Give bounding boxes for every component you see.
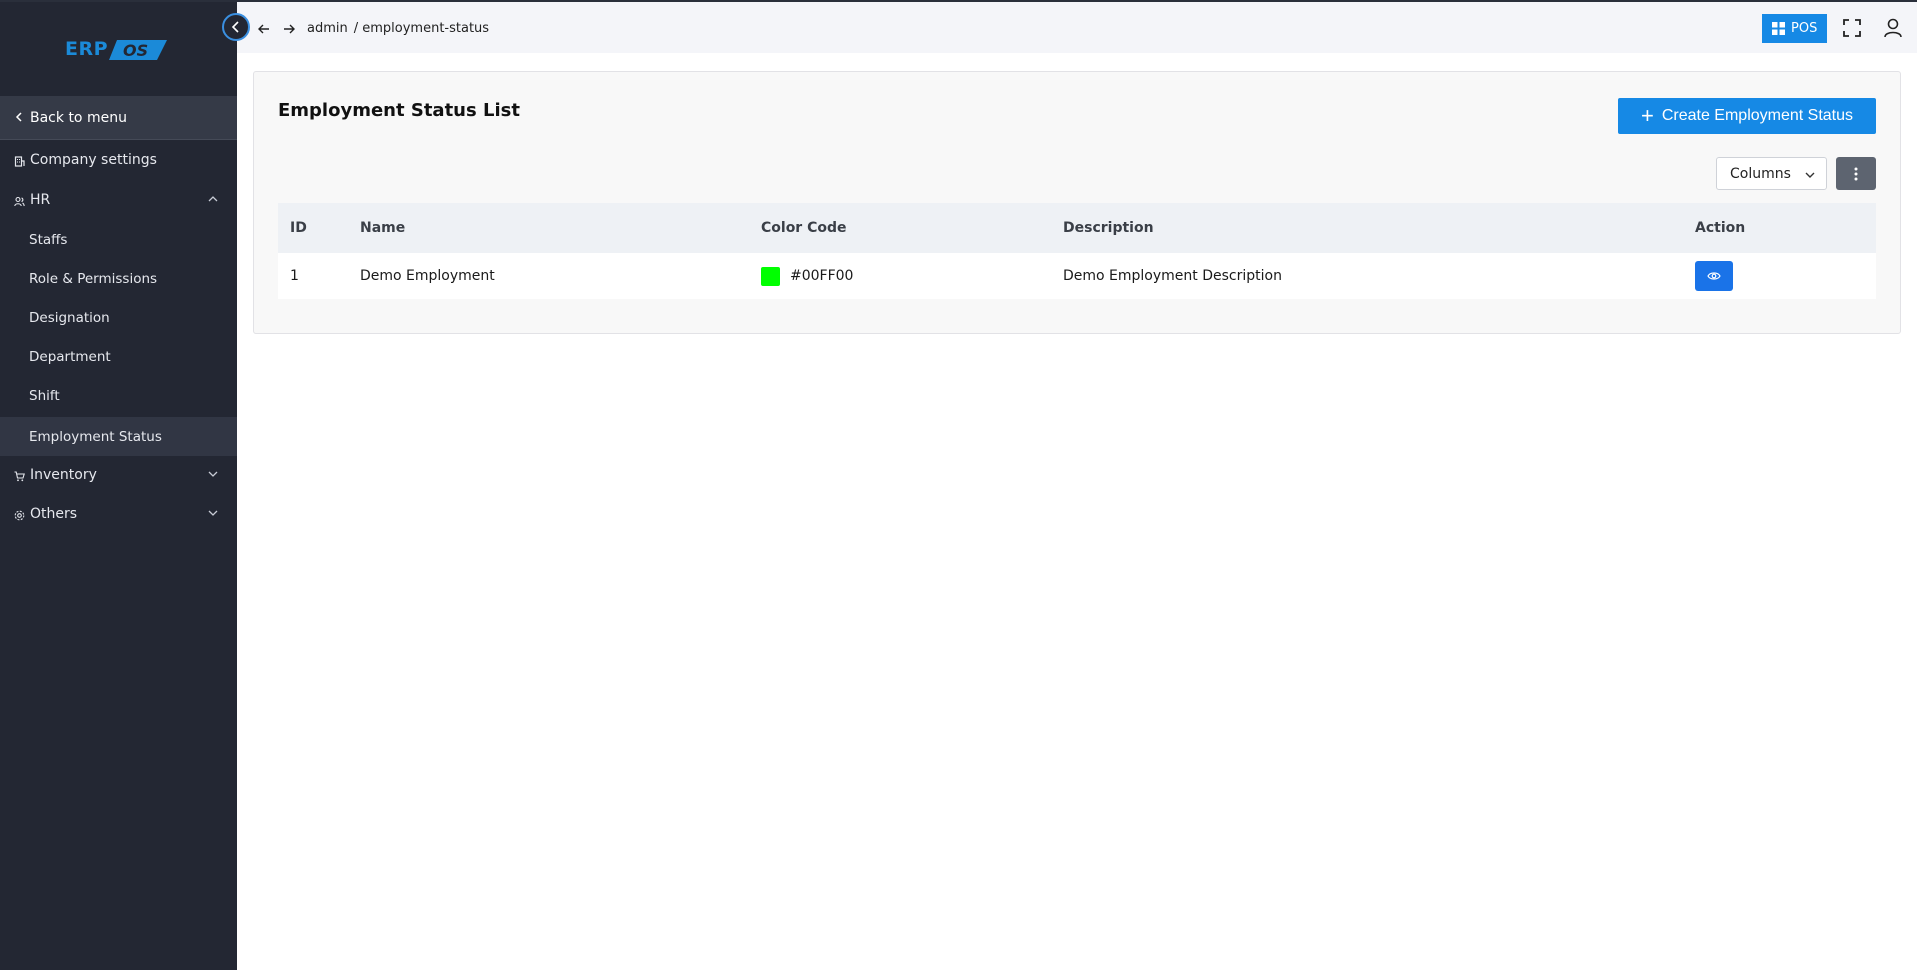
breadcrumb: admin / employment-status <box>307 21 489 36</box>
breadcrumb-current: / employment-status <box>353 21 490 36</box>
chevron-down-icon <box>1805 172 1815 178</box>
sidebar-item-shift[interactable]: Shift <box>0 377 237 415</box>
employment-status-card: Employment Status List + Create Employme… <box>253 71 1901 334</box>
forward-arrow-icon[interactable] <box>282 21 296 35</box>
chevron-up-icon <box>207 193 219 205</box>
cart-icon <box>14 470 25 481</box>
columns-dropdown[interactable]: Columns <box>1716 157 1827 190</box>
pos-label: POS <box>1791 21 1818 36</box>
sidebar-collapse-button[interactable] <box>222 13 250 41</box>
sidebar-item-label: Others <box>30 506 78 522</box>
sidebar-item-label: Staffs <box>29 232 68 248</box>
users-icon <box>14 195 25 206</box>
sidebar-item-inventory[interactable]: Inventory <box>0 456 237 494</box>
sidebar-item-hr[interactable]: HR <box>0 181 237 219</box>
breadcrumb-admin[interactable]: admin <box>307 21 348 36</box>
sidebar-item-others[interactable]: Others <box>0 495 237 533</box>
cell-color-code: #00FF00 <box>761 266 1063 286</box>
color-code-text: #00FF00 <box>790 268 854 284</box>
sidebar-item-label: Shift <box>29 388 60 404</box>
sidebar-item-employment-status[interactable]: Employment Status <box>0 417 237 456</box>
building-icon <box>14 155 25 167</box>
kebab-menu-icon <box>1854 167 1858 180</box>
cell-name: Demo Employment <box>360 268 495 284</box>
page-title: Employment Status List <box>278 100 520 121</box>
column-header-description[interactable]: Description <box>1063 220 1695 236</box>
employment-status-table: ID Name Color Code Description Action 1 … <box>278 203 1876 299</box>
column-header-color-code[interactable]: Color Code <box>761 220 1063 236</box>
sidebar-item-label: Company settings <box>30 152 157 168</box>
logo-mark-icon: OS <box>109 40 167 60</box>
sidebar-item-company-settings[interactable]: Company settings <box>0 141 237 179</box>
column-header-action: Action <box>1695 220 1746 236</box>
fullscreen-icon[interactable] <box>1843 19 1861 41</box>
logo-text: ERP <box>65 38 109 60</box>
chevron-down-icon <box>207 468 219 480</box>
sidebar-item-label: Employment Status <box>29 428 162 445</box>
plus-icon: + <box>1640 103 1654 128</box>
cell-action <box>1695 261 1876 291</box>
user-icon[interactable] <box>1883 18 1903 42</box>
color-swatch <box>761 266 780 286</box>
gear-icon <box>14 509 25 520</box>
create-employment-status-button[interactable]: + Create Employment Status <box>1618 98 1876 134</box>
chevron-down-icon <box>207 507 219 519</box>
table-header: ID Name Color Code Description Action <box>278 203 1876 253</box>
table-row: 1 Demo Employment #00FF00 Demo Employmen… <box>278 253 1876 299</box>
sidebar: ERP OS Back to menu Company settings HR … <box>0 0 237 970</box>
app-logo[interactable]: ERP OS <box>65 36 167 64</box>
logo-mark-text: OS <box>123 41 148 60</box>
sidebar-item-department[interactable]: Department <box>0 338 237 376</box>
more-options-button[interactable] <box>1836 157 1876 190</box>
sidebar-item-designation[interactable]: Designation <box>0 299 237 337</box>
create-button-label: Create Employment Status <box>1661 107 1854 124</box>
topbar: admin / employment-status POS <box>237 2 1917 53</box>
back-arrow-icon[interactable] <box>257 21 271 35</box>
back-to-menu-label: Back to menu <box>30 109 127 126</box>
sidebar-item-label: Role & Permissions <box>29 271 158 287</box>
sidebar-item-label: Department <box>29 349 111 365</box>
chevron-left-icon <box>231 21 239 33</box>
pos-button[interactable]: POS <box>1762 14 1827 43</box>
chevron-left-icon <box>15 111 23 125</box>
sidebar-item-label: Designation <box>29 310 110 326</box>
view-button[interactable] <box>1695 261 1733 291</box>
grid-icon <box>1772 22 1785 35</box>
top-border <box>0 0 1917 2</box>
eye-icon <box>1707 272 1721 280</box>
sidebar-item-label: HR <box>30 192 51 208</box>
cell-id: 1 <box>290 268 299 284</box>
column-header-id[interactable]: ID <box>278 220 360 236</box>
back-to-menu-button[interactable]: Back to menu <box>0 96 237 140</box>
sidebar-item-role-permissions[interactable]: Role & Permissions <box>0 260 237 298</box>
sidebar-item-label: Inventory <box>30 467 97 483</box>
sidebar-item-staffs[interactable]: Staffs <box>0 221 237 259</box>
column-header-name[interactable]: Name <box>360 220 761 236</box>
cell-description: Demo Employment Description <box>1063 268 1282 284</box>
columns-label: Columns <box>1730 165 1791 182</box>
